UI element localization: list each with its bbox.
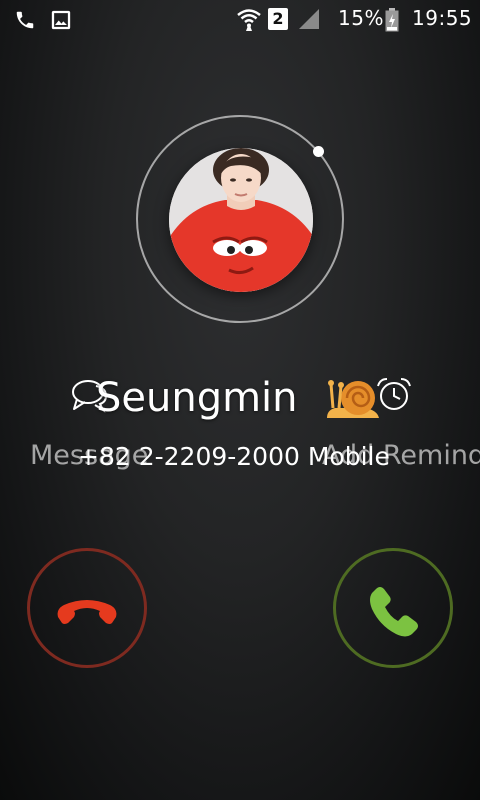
answer-call-button[interactable] <box>333 548 453 668</box>
avatar-photo <box>169 148 313 292</box>
gallery-icon <box>51 10 71 30</box>
signal-icon <box>299 9 319 29</box>
ring-indicator-dot <box>313 146 324 157</box>
wifi-icon <box>237 9 261 31</box>
incoming-call-screen: 2 15% 19:55 Message Add Remind Seungmin … <box>0 0 480 800</box>
sim-slot-number: 2 <box>272 9 284 28</box>
battery-percent: 15% <box>338 6 384 30</box>
hang-up-icon <box>57 600 117 624</box>
battery-icon <box>385 8 399 32</box>
caller-name: Seungmin <box>96 375 298 421</box>
phone-answer-icon <box>370 587 418 637</box>
status-time: 19:55 <box>412 6 473 30</box>
sim-2-icon: 2 <box>268 8 288 30</box>
caller-avatar <box>169 148 313 292</box>
snail-emoji-icon <box>327 380 379 418</box>
status-bar: 2 15% 19:55 <box>0 0 480 40</box>
caller-number: +82 2-2209-2000 Mobile <box>78 442 390 471</box>
phone-icon <box>16 11 34 29</box>
decline-call-button[interactable] <box>27 548 147 668</box>
